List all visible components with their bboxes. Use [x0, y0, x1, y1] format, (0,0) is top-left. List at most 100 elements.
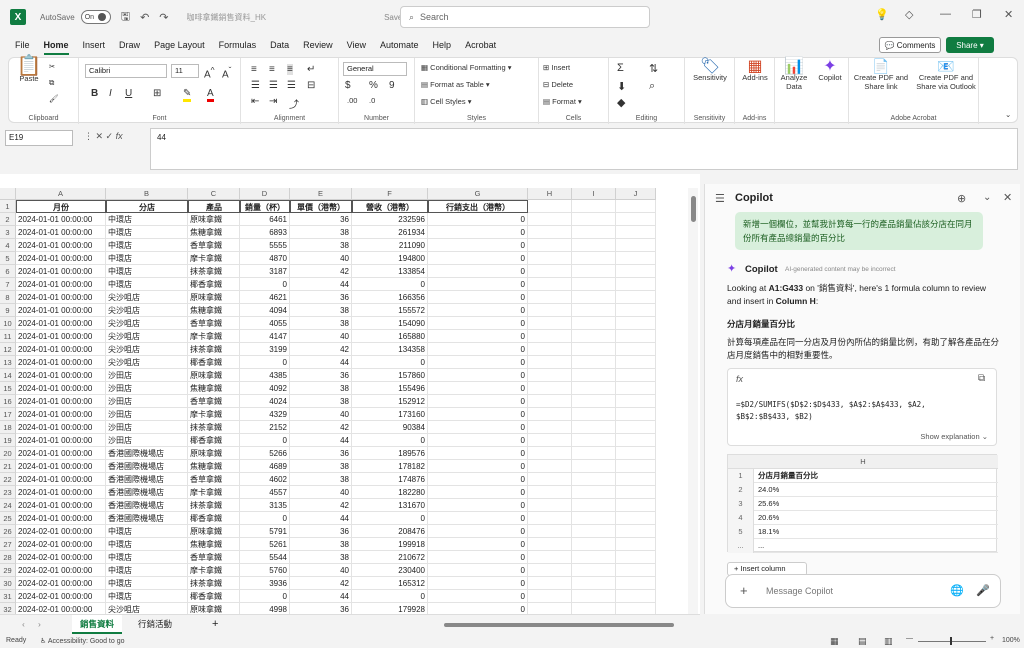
table-cell[interactable]: 40: [290, 330, 352, 343]
chevron-down-icon[interactable]: ⌄: [983, 192, 991, 203]
column-header[interactable]: J: [616, 188, 656, 200]
formula-input[interactable]: 44: [150, 128, 1018, 170]
column-header[interactable]: B: [106, 188, 188, 200]
table-cell[interactable]: 原味拿鐵: [188, 369, 240, 382]
table-cell[interactable]: 0: [428, 434, 528, 447]
table-cell[interactable]: [528, 395, 572, 408]
table-cell[interactable]: [528, 512, 572, 525]
fill-icon[interactable]: ⬇: [617, 80, 626, 93]
table-cell[interactable]: 沙田店: [106, 408, 188, 421]
menu-automate[interactable]: Automate: [373, 34, 426, 56]
table-cell[interactable]: [616, 460, 656, 473]
table-cell[interactable]: 抹茶拿鐵: [188, 421, 240, 434]
menu-review[interactable]: Review: [296, 34, 340, 56]
table-cell[interactable]: [616, 577, 656, 590]
merge-center-icon[interactable]: ⊟: [307, 80, 315, 91]
table-cell[interactable]: 3187: [240, 265, 290, 278]
table-cell[interactable]: 0: [428, 551, 528, 564]
table-cell[interactable]: 0: [352, 434, 428, 447]
share-button[interactable]: Share ▾: [946, 37, 994, 53]
table-cell[interactable]: 2024-01-01 00:00:00: [16, 447, 106, 460]
table-cell[interactable]: [572, 395, 616, 408]
comma-icon[interactable]: 9: [389, 80, 395, 91]
table-cell[interactable]: 椰香拿鐵: [188, 356, 240, 369]
accessibility-status[interactable]: ♿ Accessibility: Good to go: [40, 637, 125, 645]
table-cell[interactable]: 182280: [352, 486, 428, 499]
table-cell[interactable]: 摩卡拿鐵: [188, 408, 240, 421]
row-header[interactable]: 18: [0, 421, 16, 434]
table-cell[interactable]: [528, 564, 572, 577]
table-cell[interactable]: [528, 304, 572, 317]
table-cell[interactable]: 摩卡拿鐵: [188, 252, 240, 265]
table-cell[interactable]: 44: [290, 278, 352, 291]
table-cell[interactable]: 166356: [352, 291, 428, 304]
table-cell[interactable]: 4557: [240, 486, 290, 499]
table-cell[interactable]: 4870: [240, 252, 290, 265]
message-copilot-input[interactable]: + Message Copilot 🌐 🎤: [725, 574, 1001, 608]
table-cell[interactable]: 2024-02-01 00:00:00: [16, 538, 106, 551]
redo-icon[interactable]: ↷: [159, 11, 168, 24]
table-cell[interactable]: 焦糖拿鐵: [188, 460, 240, 473]
table-cell[interactable]: 4094: [240, 304, 290, 317]
table-cell[interactable]: 尖沙咀店: [106, 330, 188, 343]
header-cell[interactable]: 營收（港幣）: [352, 200, 428, 213]
restore-icon[interactable]: ❐: [972, 8, 982, 21]
table-cell[interactable]: [616, 590, 656, 603]
table-cell[interactable]: 134358: [352, 343, 428, 356]
row-header[interactable]: 6: [0, 265, 16, 278]
table-cell[interactable]: [616, 447, 656, 460]
menu-icon[interactable]: ☰: [715, 192, 725, 205]
table-cell[interactable]: 38: [290, 317, 352, 330]
sensitivity-button[interactable]: 🏷 Sensitivity: [687, 59, 733, 83]
middle-align-icon[interactable]: ≡: [269, 64, 275, 75]
table-cell[interactable]: 0: [240, 278, 290, 291]
column-header[interactable]: A: [16, 188, 106, 200]
table-cell[interactable]: 抹茶拿鐵: [188, 577, 240, 590]
table-cell[interactable]: 152912: [352, 395, 428, 408]
table-cell[interactable]: 香草拿鐵: [188, 239, 240, 252]
decrease-font-icon[interactable]: Aˇ: [222, 65, 231, 80]
borders-icon[interactable]: ⊞: [153, 88, 161, 99]
table-cell[interactable]: 38: [290, 382, 352, 395]
table-cell[interactable]: [572, 369, 616, 382]
table-cell[interactable]: 中環店: [106, 252, 188, 265]
table-cell[interactable]: 232596: [352, 213, 428, 226]
table-cell[interactable]: 0: [428, 252, 528, 265]
format-cells-button[interactable]: ▤ Format ▾: [543, 97, 582, 106]
table-cell[interactable]: [616, 239, 656, 252]
table-cell[interactable]: [572, 421, 616, 434]
table-cell[interactable]: [528, 590, 572, 603]
table-cell[interactable]: [572, 434, 616, 447]
row-header[interactable]: 24: [0, 499, 16, 512]
show-explanation-button[interactable]: Show explanation ⌄: [920, 432, 988, 441]
table-cell[interactable]: [528, 525, 572, 538]
format-as-table-button[interactable]: ▤ Format as Table ▾: [421, 80, 490, 89]
sheet-tab-marketing[interactable]: 行銷活動: [130, 615, 180, 634]
table-cell[interactable]: 3135: [240, 499, 290, 512]
table-cell[interactable]: 0: [428, 343, 528, 356]
table-cell[interactable]: 0: [428, 278, 528, 291]
row-header[interactable]: 25: [0, 512, 16, 525]
table-cell[interactable]: 中環店: [106, 239, 188, 252]
table-cell[interactable]: 0: [428, 473, 528, 486]
table-cell[interactable]: 中環店: [106, 551, 188, 564]
row-header[interactable]: 23: [0, 486, 16, 499]
table-cell[interactable]: [572, 356, 616, 369]
table-cell[interactable]: [528, 577, 572, 590]
row-header[interactable]: 5: [0, 252, 16, 265]
table-cell[interactable]: 2024-02-01 00:00:00: [16, 577, 106, 590]
name-box[interactable]: E19: [5, 130, 73, 146]
table-cell[interactable]: [528, 226, 572, 239]
table-cell[interactable]: [528, 460, 572, 473]
vertical-scrollbar[interactable]: [688, 188, 698, 614]
header-cell[interactable]: 單價（港幣）: [290, 200, 352, 213]
header-cell[interactable]: 分店: [106, 200, 188, 213]
table-cell[interactable]: 0: [428, 395, 528, 408]
fill-color-icon[interactable]: ✎: [183, 88, 192, 102]
table-cell[interactable]: 尖沙咀店: [106, 291, 188, 304]
menu-file[interactable]: File: [8, 34, 37, 56]
close-pane-icon[interactable]: ✕: [1003, 191, 1012, 204]
table-cell[interactable]: [572, 239, 616, 252]
top-align-icon[interactable]: ≡: [251, 64, 257, 75]
insert-cells-button[interactable]: ⊞ Insert: [543, 63, 570, 72]
